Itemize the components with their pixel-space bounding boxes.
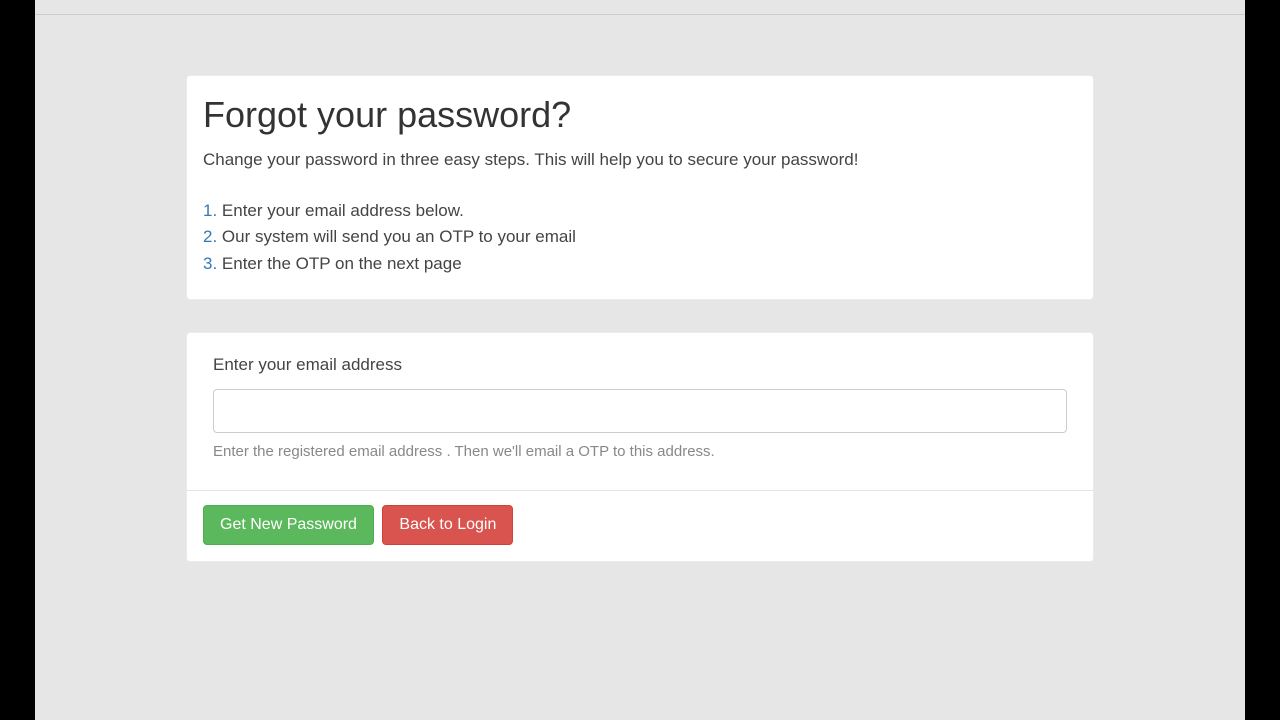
page-wrapper: Forgot your password? Change your passwo… (35, 0, 1245, 720)
step-text: Our system will send you an OTP to your … (217, 227, 576, 246)
email-label: Enter your email address (203, 355, 1077, 375)
page-subtitle: Change your password in three easy steps… (203, 150, 1077, 170)
step-item: 1. Enter your email address below. (203, 198, 1077, 224)
form-card: Enter your email address Enter the regis… (186, 332, 1094, 562)
page-title: Forgot your password? (203, 94, 1077, 136)
top-divider (35, 14, 1245, 15)
get-new-password-button[interactable]: Get New Password (203, 505, 374, 545)
step-item: 3. Enter the OTP on the next page (203, 251, 1077, 277)
step-number: 2. (203, 227, 217, 246)
step-item: 2. Our system will send you an OTP to yo… (203, 224, 1077, 250)
email-help-text: Enter the registered email address . The… (203, 443, 1077, 460)
step-number: 1. (203, 201, 217, 220)
email-field[interactable] (213, 389, 1067, 433)
step-number: 3. (203, 254, 217, 273)
button-section: Get New Password Back to Login (187, 490, 1093, 561)
step-text: Enter the OTP on the next page (217, 254, 461, 273)
steps-list: 1. Enter your email address below. 2. Ou… (203, 198, 1077, 277)
back-to-login-button[interactable]: Back to Login (382, 505, 513, 545)
instructions-card: Forgot your password? Change your passwo… (186, 75, 1094, 300)
step-text: Enter your email address below. (217, 201, 464, 220)
